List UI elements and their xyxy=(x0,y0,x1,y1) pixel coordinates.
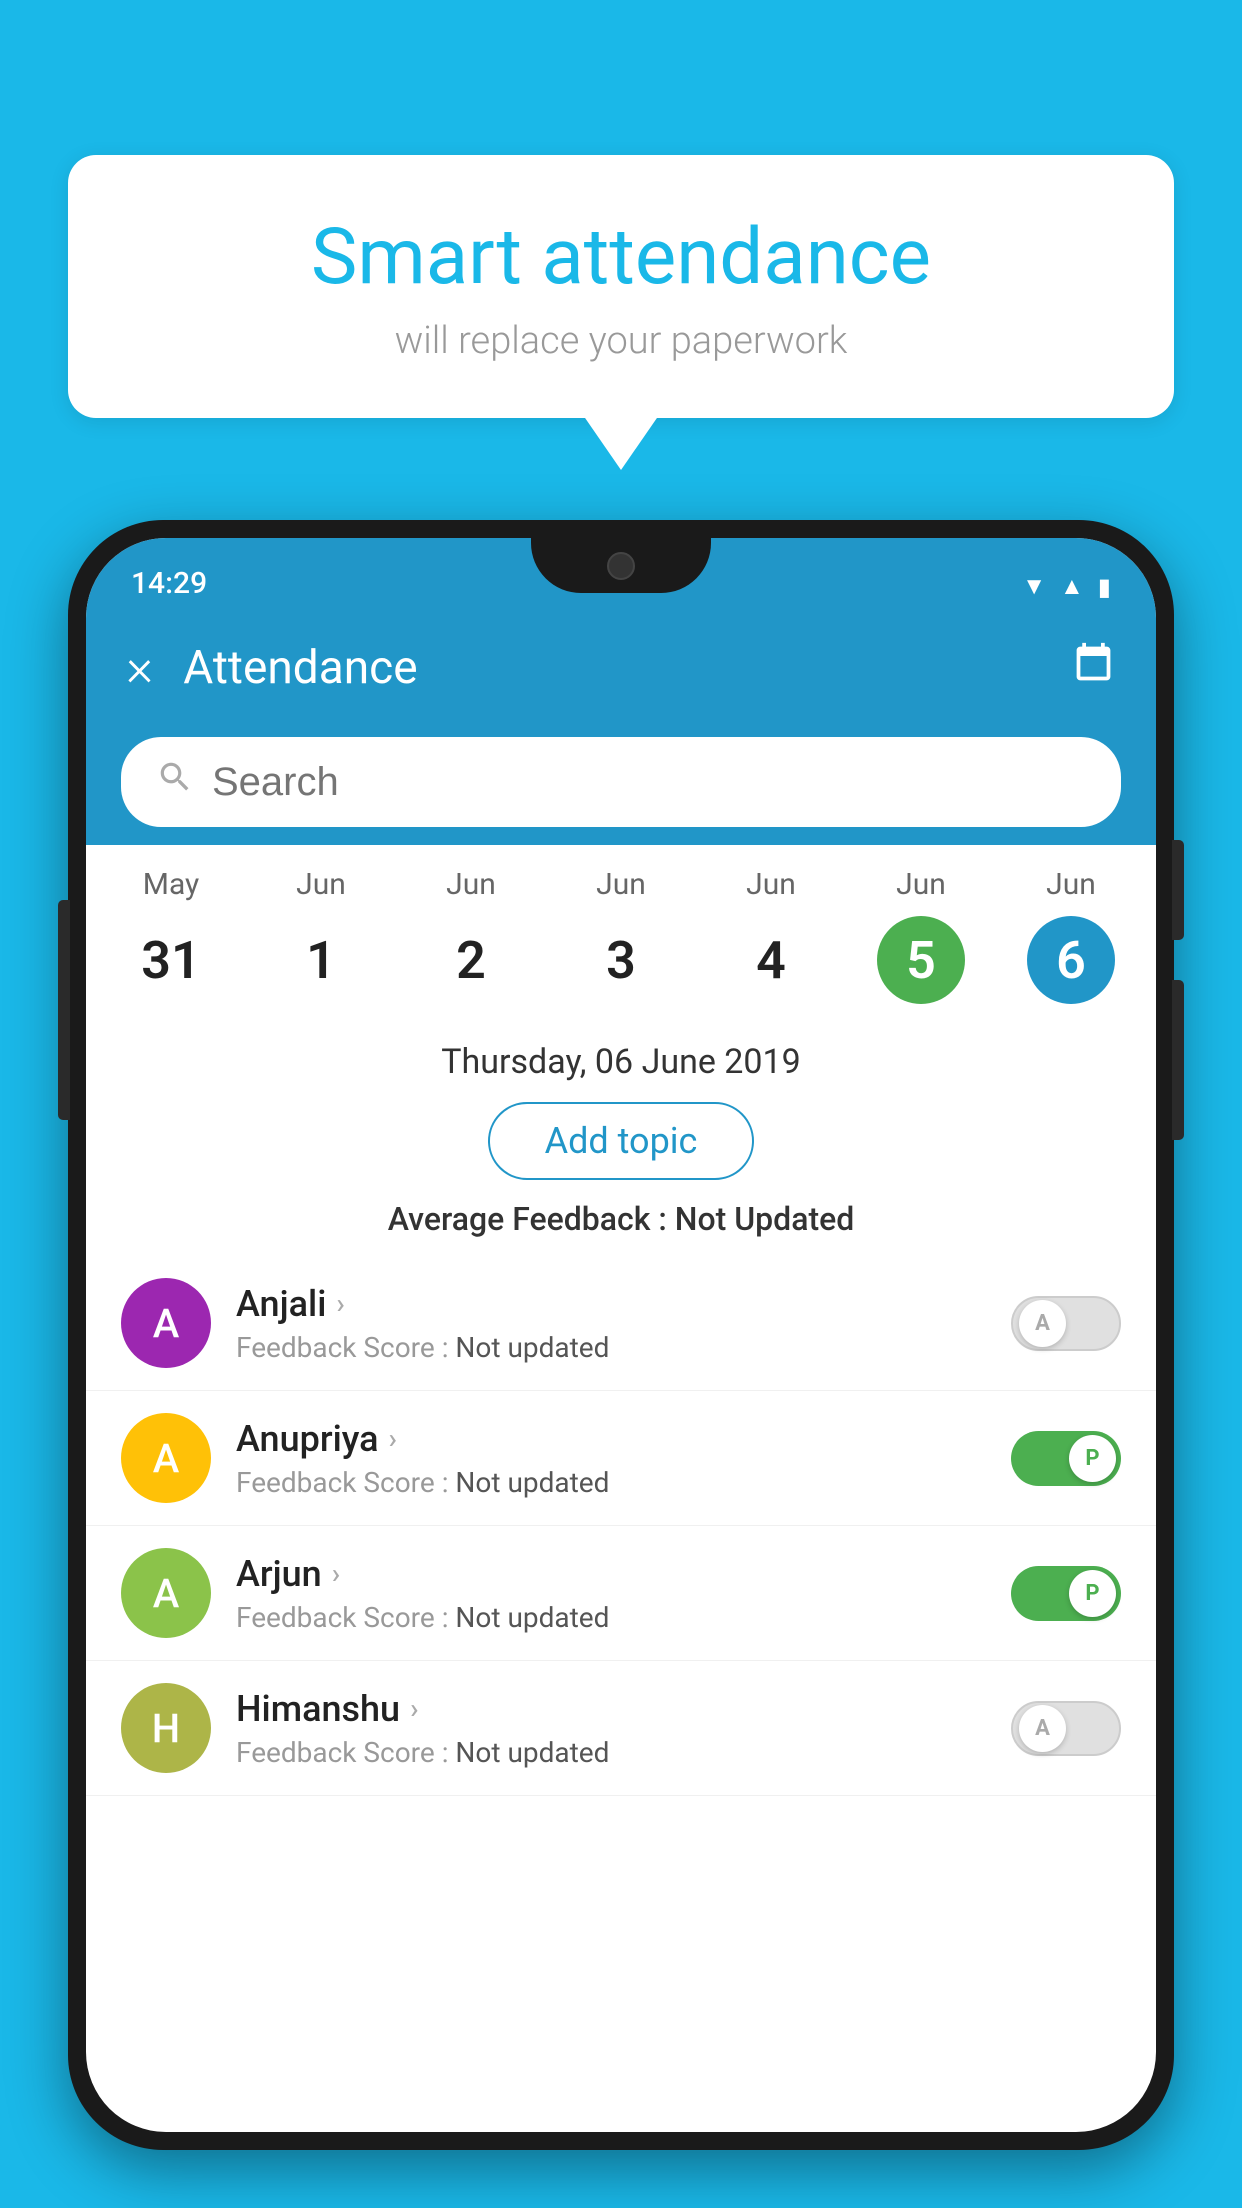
avg-feedback-value: Not Updated xyxy=(675,1200,855,1238)
student-item[interactable]: A Anjali› Feedback Score : Not updated A xyxy=(86,1256,1156,1391)
student-info: Anupriya› Feedback Score : Not updated xyxy=(236,1418,986,1499)
attendance-toggle[interactable]: P xyxy=(1011,1566,1121,1621)
cal-month: May xyxy=(143,867,199,902)
feedback-score: Feedback Score : Not updated xyxy=(236,1466,986,1499)
toggle-container[interactable]: A xyxy=(1011,1296,1121,1351)
bubble-subtitle: will replace your paperwork xyxy=(118,319,1124,363)
front-camera xyxy=(607,552,635,580)
cal-month: Jun xyxy=(746,867,796,902)
student-list: AAnjali›Feedback Score : Not updatedAAAn… xyxy=(86,1256,1156,1796)
calendar-day-4[interactable]: Jun 4 xyxy=(706,867,836,1004)
student-info: Anjali› Feedback Score : Not updated xyxy=(236,1283,986,1364)
status-time: 14:29 xyxy=(131,566,207,601)
speech-bubble-container: Smart attendance will replace your paper… xyxy=(68,155,1174,418)
selected-date-label: Thursday, 06 June 2019 xyxy=(116,1042,1126,1082)
student-info: Arjun› Feedback Score : Not updated xyxy=(236,1553,986,1634)
student-avatar: A xyxy=(121,1548,211,1638)
battery-icon: ▮ xyxy=(1098,573,1111,601)
student-name: Arjun› xyxy=(236,1553,986,1595)
student-info: Himanshu› Feedback Score : Not updated xyxy=(236,1688,986,1769)
feedback-score: Feedback Score : Not updated xyxy=(236,1331,986,1364)
calendar-day-2[interactable]: Jun 2 xyxy=(406,867,536,1004)
calendar-day-1[interactable]: Jun 1 xyxy=(256,867,386,1004)
cal-date: 31 xyxy=(127,916,215,1004)
cal-month: Jun xyxy=(296,867,346,902)
student-avatar: H xyxy=(121,1683,211,1773)
toggle-knob: P xyxy=(1069,1570,1116,1617)
phone-outer: 14:29 ▼ ▲ ▮ × Attendance xyxy=(68,520,1174,2150)
add-topic-button[interactable]: Add topic xyxy=(488,1102,755,1180)
toolbar-title: Attendance xyxy=(183,641,1071,695)
cal-month: Jun xyxy=(596,867,646,902)
app-toolbar: × Attendance xyxy=(86,613,1156,723)
calendar-strip: May 31 Jun 1 Jun 2 Jun 3 Jun 4 Jun 5 Jun 6 xyxy=(86,845,1156,1022)
chevron-icon: › xyxy=(410,1692,418,1725)
search-bar[interactable] xyxy=(121,737,1121,827)
cal-date: 2 xyxy=(427,916,515,1004)
phone-power-button xyxy=(1172,840,1184,940)
status-icons: ▼ ▲ ▮ xyxy=(1022,572,1111,601)
calendar-icon[interactable] xyxy=(1071,641,1116,696)
student-item[interactable]: A Arjun› Feedback Score : Not updated P xyxy=(86,1526,1156,1661)
student-item[interactable]: A Anupriya› Feedback Score : Not updated P xyxy=(86,1391,1156,1526)
cal-date: 5 xyxy=(877,916,965,1004)
toggle-container[interactable]: P xyxy=(1011,1566,1121,1621)
cal-month: Jun xyxy=(446,867,496,902)
phone-screen: 14:29 ▼ ▲ ▮ × Attendance xyxy=(86,538,1156,2132)
phone-volume-button xyxy=(58,900,70,1120)
phone-volume-button-right xyxy=(1172,980,1184,1140)
date-info: Thursday, 06 June 2019 Add topic Average… xyxy=(86,1022,1156,1256)
avg-feedback: Average Feedback : Not Updated xyxy=(116,1200,1126,1238)
wifi-icon: ▼ xyxy=(1022,572,1046,601)
feedback-score: Feedback Score : Not updated xyxy=(236,1736,986,1769)
attendance-toggle[interactable]: A xyxy=(1011,1296,1121,1351)
phone-mockup: 14:29 ▼ ▲ ▮ × Attendance xyxy=(68,520,1174,2150)
student-item[interactable]: H Himanshu› Feedback Score : Not updated A xyxy=(86,1661,1156,1796)
bubble-title: Smart attendance xyxy=(118,215,1124,301)
search-icon xyxy=(156,758,194,806)
student-name: Anjali› xyxy=(236,1283,986,1325)
avg-feedback-label: Average Feedback : xyxy=(388,1200,667,1238)
student-avatar: A xyxy=(121,1278,211,1368)
toggle-container[interactable]: P xyxy=(1011,1431,1121,1486)
calendar-day-6[interactable]: Jun 6 xyxy=(1006,867,1136,1004)
toggle-knob: A xyxy=(1019,1705,1066,1752)
speech-bubble: Smart attendance will replace your paper… xyxy=(68,155,1174,418)
signal-icon: ▲ xyxy=(1060,572,1084,601)
cal-date: 3 xyxy=(577,916,665,1004)
calendar-day-0[interactable]: May 31 xyxy=(106,867,236,1004)
attendance-toggle[interactable]: A xyxy=(1011,1701,1121,1756)
student-avatar: A xyxy=(121,1413,211,1503)
calendar-day-3[interactable]: Jun 3 xyxy=(556,867,686,1004)
chevron-icon: › xyxy=(336,1287,344,1320)
attendance-toggle[interactable]: P xyxy=(1011,1431,1121,1486)
search-input[interactable] xyxy=(212,760,1086,805)
cal-date: 1 xyxy=(277,916,365,1004)
toggle-knob: P xyxy=(1069,1435,1116,1482)
chevron-icon: › xyxy=(389,1422,397,1455)
phone-notch xyxy=(531,538,711,593)
chevron-icon: › xyxy=(332,1557,340,1590)
cal-date: 6 xyxy=(1027,916,1115,1004)
toggle-knob: A xyxy=(1019,1300,1066,1347)
feedback-score: Feedback Score : Not updated xyxy=(236,1601,986,1634)
student-name: Himanshu› xyxy=(236,1688,986,1730)
student-name: Anupriya› xyxy=(236,1418,986,1460)
cal-date: 4 xyxy=(727,916,815,1004)
toggle-container[interactable]: A xyxy=(1011,1701,1121,1756)
cal-month: Jun xyxy=(896,867,946,902)
search-container xyxy=(86,723,1156,845)
cal-month: Jun xyxy=(1046,867,1096,902)
close-button[interactable]: × xyxy=(126,642,153,694)
calendar-day-5[interactable]: Jun 5 xyxy=(856,867,986,1004)
